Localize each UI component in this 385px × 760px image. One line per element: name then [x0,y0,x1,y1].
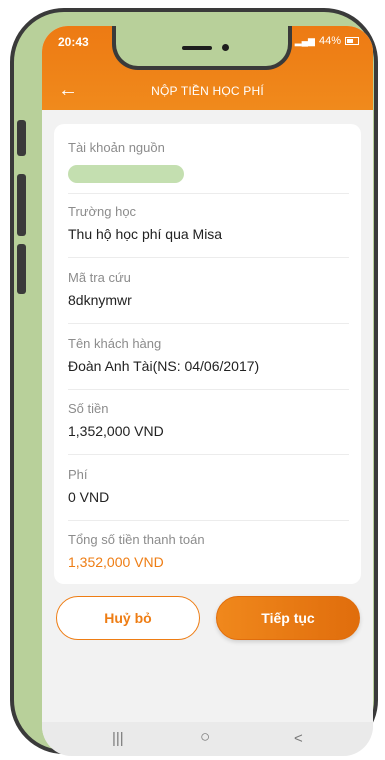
status-time: 20:43 [58,35,89,49]
status-right: ▂▄▆ 44% [295,35,359,47]
field-amount: Số tiền 1,352,000 VND [68,401,349,439]
field-source-account[interactable]: Tài khoản nguồn [68,140,349,183]
field-school: Trường học Thu hộ học phí qua Misa [68,204,349,242]
battery-percent: 44% [318,35,341,47]
payment-details-card: Tài khoản nguồn Trường học Thu hộ học ph… [54,124,361,584]
field-value: 1,352,000 VND [68,423,164,439]
field-label: Tài khoản nguồn [68,140,165,155]
field-label: Trường học [68,204,137,219]
field-value: 0 VND [68,489,110,505]
field-value: Thu hộ học phí qua Misa [68,226,223,242]
app-screen: 20:43 ▂▄▆ 44% ← NỘP TIỀN HỌC PHÍ Tài kho… [42,26,373,756]
divider [68,389,349,390]
volume-button-2 [17,174,26,236]
field-label: Số tiền [68,401,109,416]
volume-button [17,120,26,156]
divider [68,257,349,258]
page-title: NỘP TIỀN HỌC PHÍ [151,84,264,98]
field-total: Tổng số tiền thanh toán 1,352,000 VND [68,532,349,570]
continue-button[interactable]: Tiếp tục [216,596,360,640]
speaker-icon [182,46,212,50]
divider [68,520,349,521]
field-label: Mã tra cứu [68,270,131,285]
cancel-button[interactable]: Huỷ bỏ [56,596,200,640]
field-customer-name: Tên khách hàng Đoàn Anh Tài(NS: 04/06/20… [68,336,349,374]
phone-frame: 20:43 ▂▄▆ 44% ← NỘP TIỀN HỌC PHÍ Tài kho… [10,8,378,756]
source-account-masked [68,165,184,183]
camera-icon [222,44,229,51]
battery-icon [345,37,359,45]
total-amount-value: 1,352,000 VND [68,554,164,570]
divider [68,193,349,194]
recents-icon[interactable]: ||| [112,730,124,747]
divider [68,454,349,455]
android-nav-bar: ||| ○ < [42,722,373,756]
field-label: Phí [68,467,88,482]
field-label: Tên khách hàng [68,336,162,351]
field-value: Đoàn Anh Tài(NS: 04/06/2017) [68,358,260,374]
field-fee: Phí 0 VND [68,467,349,505]
field-label: Tổng số tiền thanh toán [68,532,205,547]
field-value: 8dknymwr [68,292,132,308]
power-button [17,244,26,294]
phone-notch [112,26,292,70]
divider [68,323,349,324]
signal-icon: ▂▄▆ [294,35,315,46]
home-icon[interactable]: ○ [200,727,210,747]
field-lookup-code: Mã tra cứu 8dknymwr [68,270,349,308]
nav-back-icon[interactable]: < [294,730,303,747]
